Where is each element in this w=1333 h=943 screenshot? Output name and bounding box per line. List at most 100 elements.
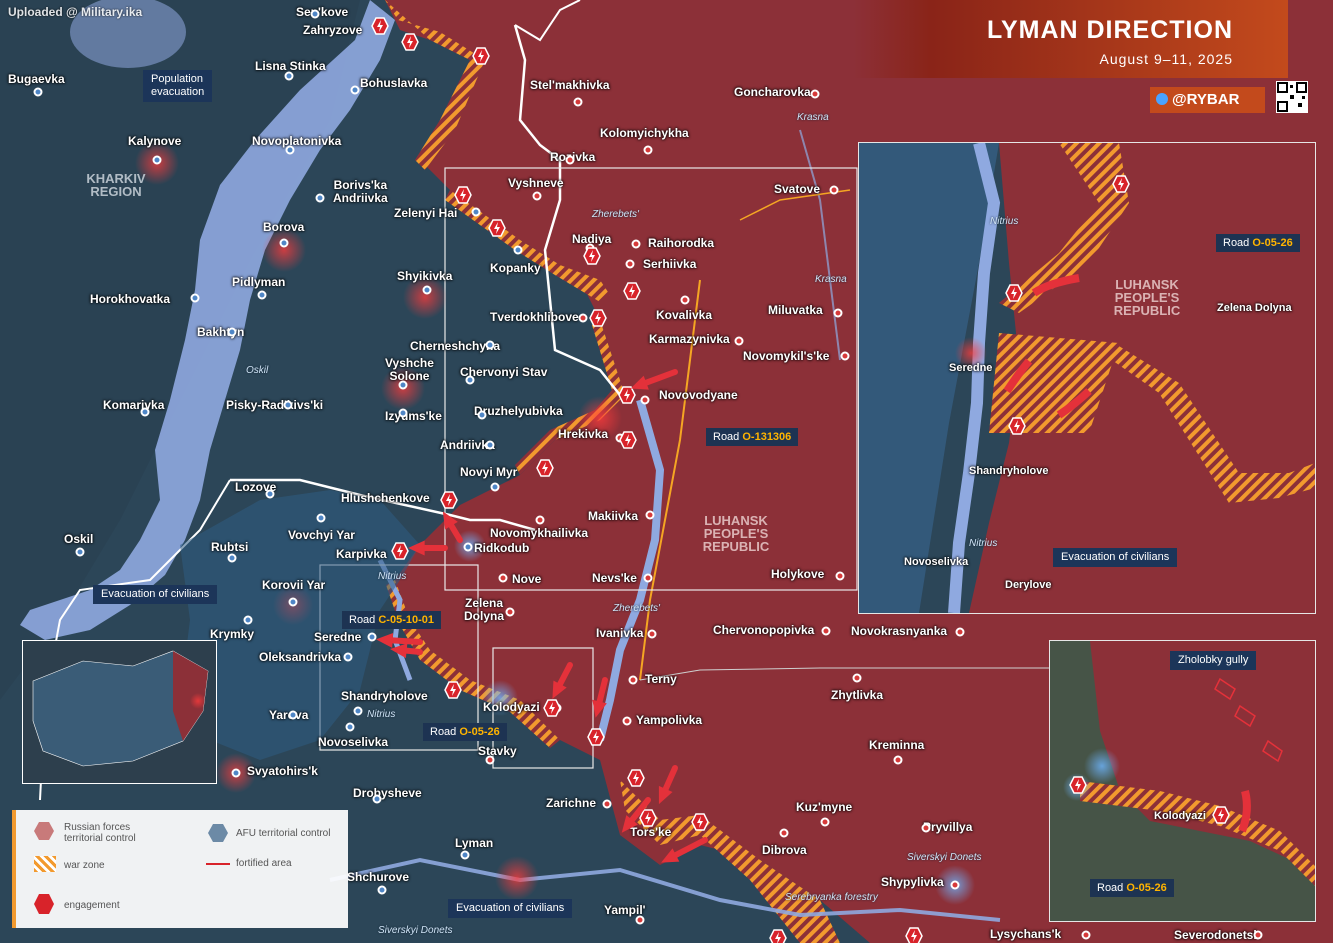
- settlement-label: Seredne: [949, 362, 993, 374]
- engagement-icon: [905, 927, 923, 943]
- legend-war-zone: war zone: [64, 860, 105, 871]
- settlement-russian-marker-icon: [734, 336, 744, 346]
- locator-minimap: [22, 640, 217, 784]
- settlement-russian-marker-icon: [779, 828, 789, 838]
- settlement-afu-label: Pisky-Rad'kivs'ki: [226, 398, 324, 412]
- engagement-icon: [440, 491, 458, 509]
- settlement-afu-marker-icon: [422, 285, 432, 295]
- settlement-russian-marker-icon: [680, 295, 690, 305]
- settlement-afu-label: Izyums'ke: [385, 409, 442, 423]
- settlement-russian-marker-icon: [565, 155, 575, 165]
- settlement-russian-marker-icon: [573, 97, 583, 107]
- engagement-icon: [536, 459, 554, 477]
- settlement-russian-label: Raihorodka: [648, 236, 715, 250]
- settlement-russian-marker-icon: [643, 573, 653, 583]
- settlement-afu-marker-icon: [350, 85, 360, 95]
- settlement-russian-label: Shypylivka: [881, 875, 944, 889]
- settlement-afu-marker-icon: [310, 9, 320, 19]
- qr-code-icon[interactable]: [1276, 81, 1308, 113]
- settlement-russian-marker-icon: [485, 755, 495, 765]
- settlement-afu-marker-icon: [490, 482, 500, 492]
- settlement-afu-label: Novoplatonivka: [252, 134, 342, 148]
- brand-label: @RYBAR: [1172, 91, 1240, 108]
- settlement-afu-label: Rubtsi: [211, 540, 249, 554]
- settlement-afu-label: Borova: [263, 220, 305, 234]
- settlement-afu-label: Shchurove: [347, 870, 410, 884]
- settlement-russian-marker-icon: [833, 308, 843, 318]
- river-label: Siverskyi Donets: [378, 925, 453, 936]
- inset-kolodyazi: Zholobky gully Kolodyazi Road O-05-26: [1049, 640, 1316, 922]
- settlement-label: Novoselivka: [904, 556, 969, 568]
- settlement-afu-marker-icon: [284, 71, 294, 81]
- settlement-russian-label: Zhytlivka: [831, 688, 884, 702]
- settlement-afu-label: Lyman: [455, 836, 494, 850]
- engagement-icon: [472, 47, 490, 65]
- settlement-afu-marker-icon: [465, 375, 475, 385]
- road-tag: Road O-05-26: [1216, 234, 1300, 252]
- river-label: Krasna: [815, 274, 847, 285]
- brand-badge[interactable]: @RYBAR: [1150, 87, 1265, 113]
- river-label: Zherebets': [592, 209, 639, 220]
- header-banner: LYMAN DIRECTION August 9–11, 2025: [853, 0, 1288, 78]
- settlement-russian-label: Terny: [645, 672, 677, 686]
- settlement-afu-marker-icon: [485, 340, 495, 350]
- settlement-russian-marker-icon: [645, 510, 655, 520]
- region-luhansk-inset: LUHANSK PEOPLE'S REPUBLIC: [1113, 277, 1181, 318]
- afu-swatch-icon: [208, 824, 228, 842]
- river-label: Siverskyi Donets: [907, 852, 982, 863]
- engagement-icon: [543, 699, 561, 717]
- settlement-afu-marker-icon: [398, 380, 408, 390]
- settlement-afu-marker-icon: [463, 542, 473, 552]
- settlement-russian-marker-icon: [1253, 930, 1263, 940]
- legend-fortified: fortified area: [236, 858, 292, 869]
- settlement-russian-label: Miluvatka: [768, 303, 823, 317]
- settlement-afu-marker-icon: [460, 850, 470, 860]
- engagement-icon: [1112, 175, 1130, 193]
- settlement-afu-label: Zahryzove: [303, 23, 363, 37]
- engagement-icon: [444, 681, 462, 699]
- settlement-afu-marker-icon: [152, 155, 162, 165]
- engagement-icon: [618, 386, 636, 404]
- road-tag: Road O-05-26: [423, 723, 507, 741]
- inset-seredne: LUHANSK PEOPLE'S REPUBLIC Nitrius Nitrius …: [858, 142, 1316, 614]
- settlement-afu-marker-icon: [190, 293, 200, 303]
- settlement-russian-label: Kreminna: [869, 738, 925, 752]
- settlement-russian-marker-icon: [835, 571, 845, 581]
- settlement-afu-marker-icon: [316, 513, 326, 523]
- settlement-russian-label: Kolomyichykha: [600, 126, 689, 140]
- settlement-russian-marker-icon: [821, 626, 831, 636]
- settlement-afu-marker-icon: [471, 207, 481, 217]
- settlement-afu-marker-icon: [227, 327, 237, 337]
- settlement-afu-marker-icon: [288, 597, 298, 607]
- settlement-russian-label: Makiivka: [588, 509, 639, 523]
- settlement-russian-label: Karmazynivka: [649, 332, 730, 346]
- settlement-afu-marker-icon: [485, 440, 495, 450]
- settlement-russian-label: Hrekivka: [558, 427, 609, 441]
- settlement-afu-label: Pidlyman: [232, 275, 286, 289]
- legend-afu: AFU territorial control: [236, 828, 331, 839]
- engagement-icon: [1212, 806, 1230, 824]
- settlement-russian-label: Novomykhailivka: [490, 526, 589, 540]
- settlement-afu-marker-icon: [33, 87, 43, 97]
- engagement-icon: [1008, 417, 1026, 435]
- settlement-russian-marker-icon: [647, 629, 657, 639]
- river-label: Nitrius: [367, 709, 396, 720]
- settlement-russian-marker-icon: [1081, 930, 1091, 940]
- settlement-label: Derylove: [1005, 579, 1052, 591]
- engagement-icon: [488, 219, 506, 237]
- river-label: Oskil: [246, 365, 269, 376]
- forest-label: Serebryanka forestry: [785, 892, 878, 903]
- river-label: Nitrius: [990, 216, 1019, 227]
- settlement-afu-label: Oleksandrivka: [259, 650, 342, 664]
- settlement-russian-label: Novokrasnyanka: [851, 624, 948, 638]
- settlement-russian-marker-icon: [955, 627, 965, 637]
- telegram-icon: [1156, 93, 1168, 105]
- settlement-afu-label: Vyshche Solone: [385, 356, 434, 383]
- settlement-russian-label: Kuz'myne: [796, 800, 853, 814]
- settlement-russian-label: Dibrova: [762, 843, 807, 857]
- settlement-afu-marker-icon: [243, 615, 253, 625]
- settlement-afu-label: Hlushchenkove: [341, 491, 430, 505]
- settlement-afu-label: Drobysheve: [353, 786, 422, 800]
- engagement-icon: [454, 186, 472, 204]
- legend-russian: Russian forces territorial control: [64, 822, 136, 844]
